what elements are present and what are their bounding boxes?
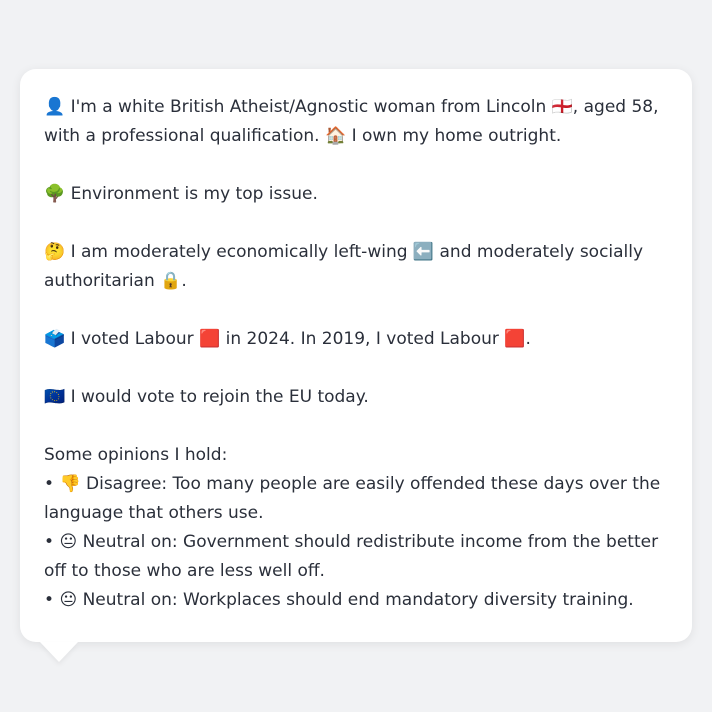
opinion-text: Neutral on: Workplaces should end mandat… bbox=[82, 590, 634, 610]
voting-history-paragraph: 🗳️ I voted Labour 🟥 in 2024. In 2019, I … bbox=[44, 325, 668, 354]
identity-paragraph: 👤 I'm a white British Atheist/Agnostic w… bbox=[44, 93, 668, 151]
identity-text: I'm a white British Atheist/Agnostic wom… bbox=[70, 97, 547, 117]
home-ownership-text: I own my home outright. bbox=[351, 126, 562, 146]
top-issue-paragraph: 🌳 Environment is my top issue. bbox=[44, 180, 668, 209]
speech-bubble-tail bbox=[40, 642, 78, 662]
eu-flag-icon: 🇪🇺 bbox=[44, 387, 66, 407]
red-square-icon: 🟥 bbox=[199, 329, 221, 349]
eu-paragraph: 🇪🇺 I would vote to rejoin the EU today. bbox=[44, 383, 668, 412]
opinions-section: Some opinions I hold: 👎 Disagree: Too ma… bbox=[44, 441, 668, 615]
opinion-text: Disagree: Too many people are easily off… bbox=[44, 474, 661, 523]
neutral-face-icon: 😐 bbox=[59, 532, 78, 552]
political-position-paragraph: 🤔 I am moderately economically left-wing… bbox=[44, 238, 668, 296]
red-square-icon: 🟥 bbox=[504, 329, 526, 349]
opinion-item: 👎 Disagree: Too many people are easily o… bbox=[44, 470, 668, 528]
vote-2024-text: I voted Labour bbox=[70, 329, 194, 349]
period-text: . bbox=[181, 271, 187, 291]
economic-position-text: I am moderately economically left-wing bbox=[70, 242, 408, 262]
persona-message-card: 👤 I'm a white British Atheist/Agnostic w… bbox=[20, 69, 692, 642]
opinion-item: 😐 Neutral on: Workplaces should end mand… bbox=[44, 586, 668, 615]
eu-text: I would vote to rejoin the EU today. bbox=[70, 387, 369, 407]
thumbs-down-icon: 👎 bbox=[59, 474, 81, 494]
thinking-face-icon: 🤔 bbox=[44, 242, 66, 262]
opinions-heading: Some opinions I hold: bbox=[44, 445, 228, 465]
top-issue-text: Environment is my top issue. bbox=[70, 184, 318, 204]
lock-icon: 🔒 bbox=[160, 271, 182, 291]
tree-icon: 🌳 bbox=[44, 184, 66, 204]
ballot-box-icon: 🗳️ bbox=[44, 329, 66, 349]
period-text: . bbox=[525, 329, 531, 349]
england-flag-icon: 🏴󠁧󠁢󠁥󠁮󠁧󠁿 bbox=[551, 97, 573, 117]
person-icon: 👤 bbox=[44, 97, 66, 117]
left-arrow-icon: ⬅️ bbox=[412, 242, 435, 262]
opinion-text: Neutral on: Government should redistribu… bbox=[44, 532, 659, 581]
neutral-face-icon: 😐 bbox=[59, 590, 78, 610]
opinion-item: 😐 Neutral on: Government should redistri… bbox=[44, 528, 668, 586]
vote-2019-text: in 2024. In 2019, I voted Labour bbox=[225, 329, 499, 349]
house-icon: 🏠 bbox=[324, 126, 347, 146]
